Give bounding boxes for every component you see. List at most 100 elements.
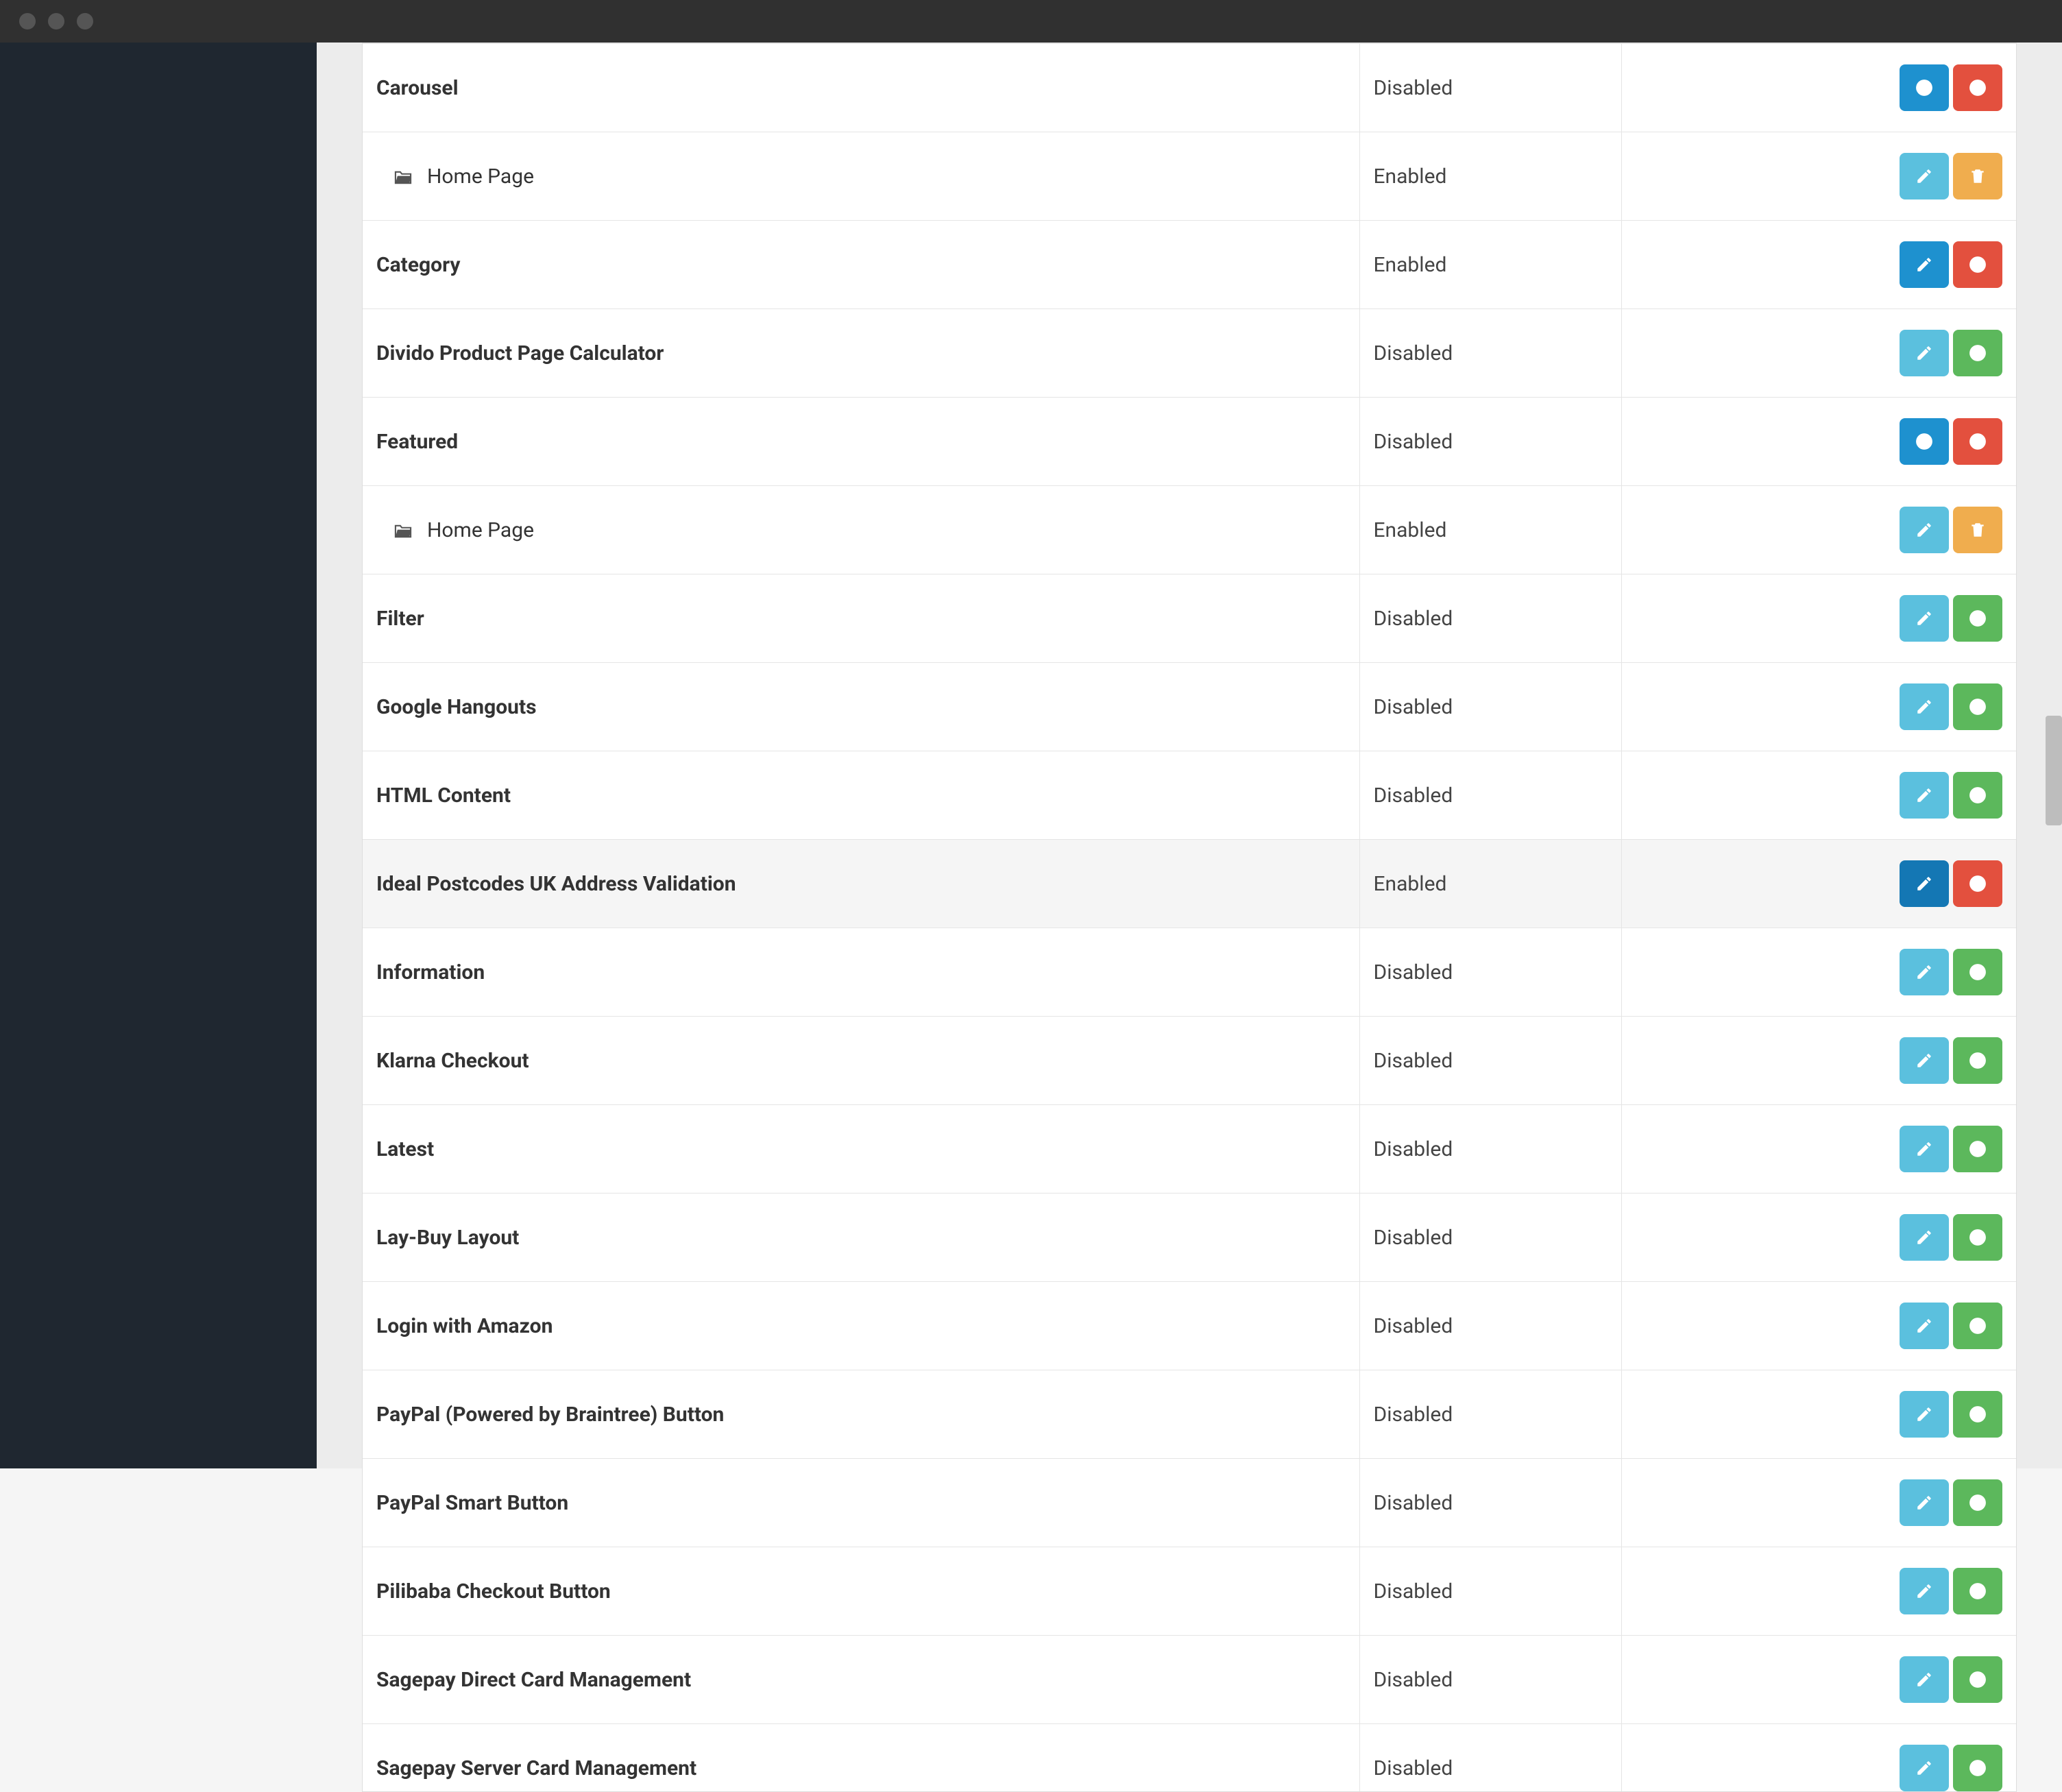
module-status: Disabled (1374, 695, 1453, 719)
pencil-icon (1915, 1671, 1933, 1688)
uninstall-button[interactable] (1953, 418, 2002, 465)
install-button[interactable] (1953, 949, 2002, 995)
install-button[interactable] (1953, 330, 2002, 376)
table-row: Home PageEnabled (363, 486, 2016, 574)
trash-icon (1969, 167, 1987, 185)
install-button[interactable] (1953, 1745, 2002, 1791)
minus-circle-icon (1969, 256, 1987, 274)
module-actions-cell (1621, 132, 2016, 221)
module-name-cell: Login with Amazon (363, 1282, 1359, 1370)
module-sub-name: Home Page (427, 518, 534, 542)
edit-button[interactable] (1900, 1391, 1949, 1438)
edit-button[interactable] (1900, 860, 1949, 907)
edit-button[interactable] (1900, 1656, 1949, 1703)
module-name-cell: HTML Content (363, 751, 1359, 840)
module-status: Disabled (1374, 76, 1453, 100)
install-button[interactable] (1953, 1303, 2002, 1349)
pencil-icon (1915, 609, 1933, 627)
install-button[interactable] (1953, 683, 2002, 730)
module-actions-cell (1621, 44, 2016, 132)
module-name: Login with Amazon (376, 1314, 553, 1338)
uninstall-button[interactable] (1953, 241, 2002, 288)
module-name-cell: Klarna Checkout (363, 1017, 1359, 1105)
module-name: Latest (376, 1137, 434, 1161)
edit-button[interactable] (1900, 241, 1949, 288)
module-status: Disabled (1374, 430, 1453, 454)
module-status: Enabled (1374, 872, 1447, 896)
module-name: Filter (376, 607, 424, 631)
modules-panel: CarouselDisabledHome PageEnabledCategory… (362, 43, 2017, 1792)
table-row: Sagepay Server Card ManagementDisabled (363, 1724, 2016, 1792)
content-area: CarouselDisabledHome PageEnabledCategory… (317, 43, 2062, 1468)
module-actions-cell (1621, 1282, 2016, 1370)
install-button[interactable] (1953, 1568, 2002, 1614)
edit-button[interactable] (1900, 1303, 1949, 1349)
module-actions-cell (1621, 221, 2016, 309)
install-button[interactable] (1953, 772, 2002, 819)
plus-circle-icon (1969, 963, 1987, 981)
module-actions-cell (1621, 663, 2016, 751)
module-name: Sagepay Server Card Management (376, 1756, 696, 1780)
module-actions-cell (1621, 398, 2016, 486)
module-name-cell: Latest (363, 1105, 1359, 1194)
module-status-cell: Enabled (1359, 132, 1621, 221)
edit-button[interactable] (1900, 1126, 1949, 1172)
install-button[interactable] (1953, 1479, 2002, 1526)
module-status: Disabled (1374, 607, 1453, 631)
table-row: Pilibaba Checkout ButtonDisabled (363, 1547, 2016, 1636)
pencil-icon (1915, 1228, 1933, 1246)
edit-button[interactable] (1900, 595, 1949, 642)
table-row: Google HangoutsDisabled (363, 663, 2016, 751)
install-button[interactable] (1953, 1656, 2002, 1703)
uninstall-button[interactable] (1953, 860, 2002, 907)
plus-circle-icon (1969, 1759, 1987, 1777)
scrollbar-thumb[interactable] (2046, 716, 2062, 825)
minus-circle-icon (1969, 875, 1987, 893)
plus-circle-icon (1969, 1405, 1987, 1423)
window-minimize-button[interactable] (48, 13, 64, 29)
module-name-cell: Carousel (363, 44, 1359, 132)
window-maximize-button[interactable] (77, 13, 93, 29)
edit-button[interactable] (1900, 1214, 1949, 1261)
install-button[interactable] (1953, 1391, 2002, 1438)
module-name: Information (376, 960, 485, 984)
plus-circle-icon (1969, 1671, 1987, 1688)
edit-button[interactable] (1900, 1568, 1949, 1614)
edit-button[interactable] (1900, 1037, 1949, 1084)
delete-button[interactable] (1953, 153, 2002, 199)
install-button[interactable] (1953, 595, 2002, 642)
pencil-icon (1915, 1759, 1933, 1777)
module-name: Carousel (376, 76, 459, 100)
module-name: Lay-Buy Layout (376, 1226, 519, 1250)
edit-button[interactable] (1900, 683, 1949, 730)
module-name-cell: Home Page (363, 486, 1359, 574)
edit-button[interactable] (1900, 949, 1949, 995)
edit-button[interactable] (1900, 507, 1949, 553)
window-close-button[interactable] (19, 13, 36, 29)
plus-circle-icon (1969, 786, 1987, 804)
module-status: Disabled (1374, 1049, 1453, 1073)
module-status-cell: Disabled (1359, 1105, 1621, 1194)
install-button[interactable] (1953, 1126, 2002, 1172)
module-name: HTML Content (376, 784, 511, 808)
module-status-cell: Enabled (1359, 221, 1621, 309)
plus-circle-icon (1969, 344, 1987, 362)
install-button[interactable] (1953, 1214, 2002, 1261)
module-status-cell: Disabled (1359, 1547, 1621, 1636)
uninstall-button[interactable] (1953, 64, 2002, 111)
delete-button[interactable] (1953, 507, 2002, 553)
module-status-cell: Disabled (1359, 398, 1621, 486)
add-button[interactable] (1900, 64, 1949, 111)
module-name-cell: Category (363, 221, 1359, 309)
edit-button[interactable] (1900, 153, 1949, 199)
install-button[interactable] (1953, 1037, 2002, 1084)
table-row: Login with AmazonDisabled (363, 1282, 2016, 1370)
edit-button[interactable] (1900, 1745, 1949, 1791)
edit-button[interactable] (1900, 1479, 1949, 1526)
edit-button[interactable] (1900, 330, 1949, 376)
edit-button[interactable] (1900, 772, 1949, 819)
add-button[interactable] (1900, 418, 1949, 465)
module-status-cell: Disabled (1359, 309, 1621, 398)
pencil-icon (1915, 1052, 1933, 1069)
module-name: Featured (376, 430, 458, 454)
